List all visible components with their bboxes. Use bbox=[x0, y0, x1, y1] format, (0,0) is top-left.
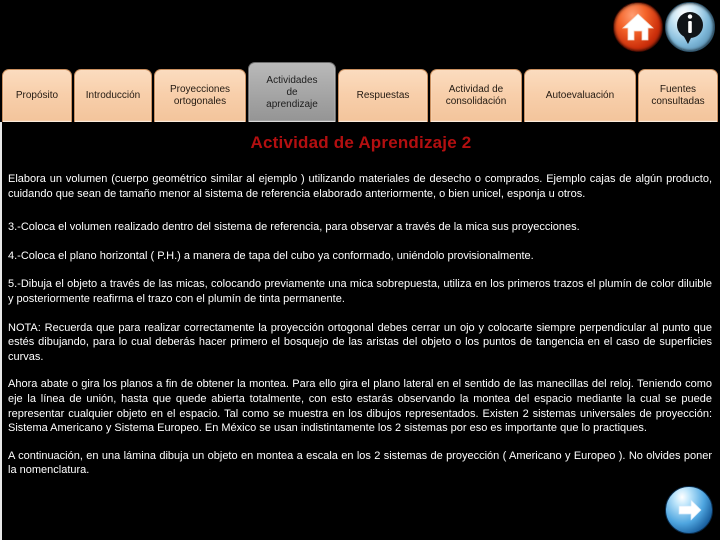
tab-label: Actividad de consolidación bbox=[445, 84, 507, 107]
tab-label: Proyecciones ortogonales bbox=[169, 84, 231, 107]
top-icon-bar bbox=[0, 0, 720, 60]
tab-label: Propósito bbox=[15, 90, 59, 101]
tab-4[interactable]: Respuestas bbox=[338, 69, 428, 122]
next-page-button[interactable] bbox=[665, 486, 713, 534]
tab-label: Actividades de aprendizaje bbox=[266, 74, 318, 110]
paragraph-step-4: 4.-Coloca el plano horizontal ( P.H.) a … bbox=[8, 249, 534, 262]
page-title: Actividad de Aprendizaje 2 bbox=[250, 133, 472, 152]
tab-label: Fuentes consultadas bbox=[651, 84, 705, 107]
tab-label: Autoevaluación bbox=[545, 90, 615, 101]
arrow-right-icon bbox=[666, 499, 712, 537]
paragraph-note: NOTA: Recuerda que para realizar correct… bbox=[8, 321, 712, 363]
paragraph-montea: Ahora abate o gira los planos a fin de o… bbox=[8, 378, 712, 435]
info-icon bbox=[666, 3, 714, 51]
main-tab-bar: Propósito Introducción Proyecciones ortogon… bbox=[0, 60, 720, 122]
tab-2[interactable]: Proyecciones ortogonales bbox=[154, 69, 246, 122]
home-icon bbox=[614, 3, 662, 51]
tab-3[interactable]: Actividades de aprendizaje bbox=[248, 62, 336, 122]
content-pane: Actividad de Aprendizaje 2 Elabora un vo… bbox=[0, 122, 720, 540]
tab-0[interactable]: Propósito bbox=[2, 69, 72, 122]
tab-label: Respuestas bbox=[356, 90, 410, 101]
tab-5[interactable]: Actividad de consolidación bbox=[430, 69, 522, 122]
tab-1[interactable]: Introducción bbox=[74, 69, 152, 122]
paragraph-step-3: 3.-Coloca el volumen realizado dentro de… bbox=[8, 221, 580, 234]
info-button[interactable] bbox=[665, 2, 715, 52]
tab-label: Introducción bbox=[85, 90, 141, 101]
tab-6[interactable]: Autoevaluación bbox=[524, 69, 636, 122]
paragraph-step-5: 5.-Dibuja el objeto a través de las mica… bbox=[8, 278, 712, 305]
tab-7[interactable]: Fuentes consultadas bbox=[638, 69, 718, 122]
home-button[interactable] bbox=[613, 2, 663, 52]
paragraph-intro: Elabora un volumen (cuerpo geométrico si… bbox=[8, 173, 712, 200]
paragraph-closing: A continuación, en una lámina dibuja un … bbox=[8, 449, 712, 477]
